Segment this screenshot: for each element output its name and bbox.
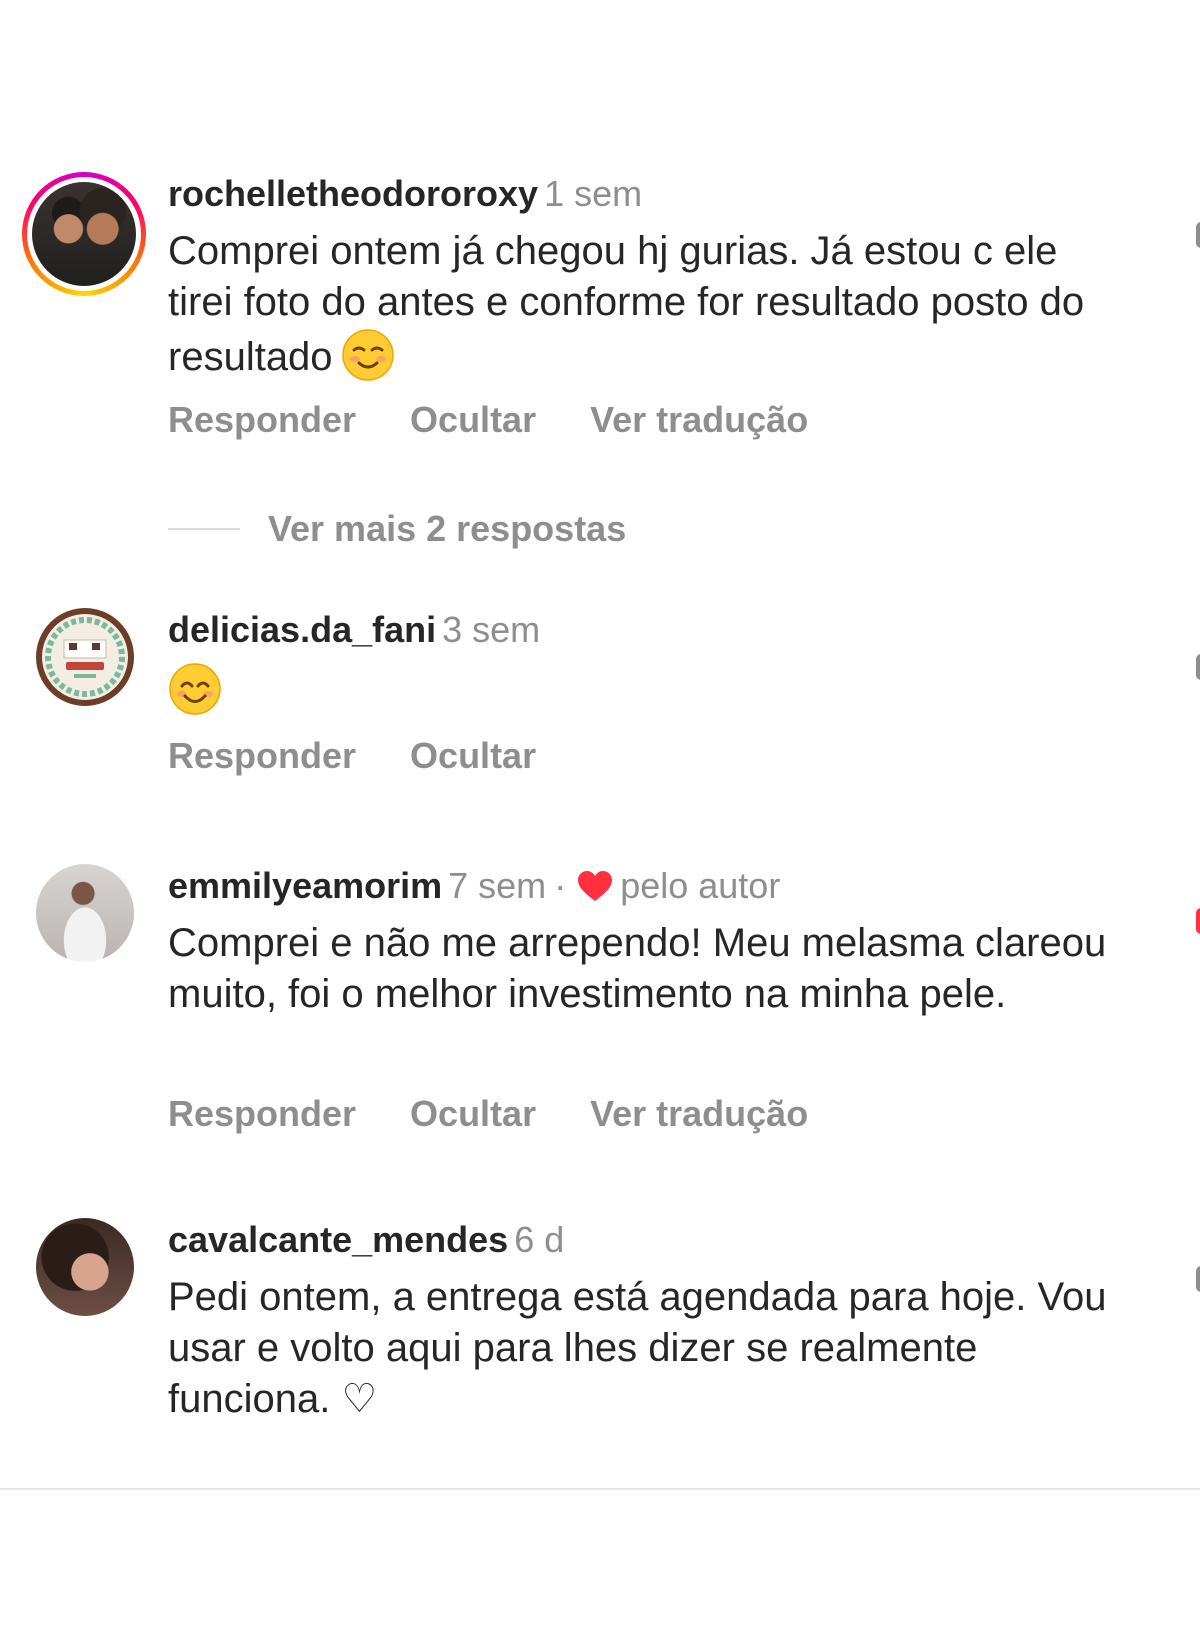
bakery-logo-icon — [42, 614, 128, 700]
avatar-story-ring[interactable] — [22, 172, 146, 296]
liked-heart-icon-partial[interactable] — [1196, 908, 1200, 934]
username[interactable]: rochelletheodororoxy — [168, 173, 538, 214]
translate-button[interactable]: Ver tradução — [590, 398, 808, 442]
username[interactable]: delicias.da_fani — [168, 609, 436, 650]
comment-time: 7 sem — [448, 865, 547, 906]
comment-meta: emmilyeamorim 7 sem · pelo autor — [168, 864, 780, 908]
avatar — [32, 182, 136, 286]
hide-button[interactable]: Ocultar — [410, 1092, 536, 1136]
comment-text: Pedi ontem, a entrega está agendada para… — [168, 1275, 1107, 1421]
avatar[interactable] — [36, 608, 134, 706]
comments-screen: rochelletheodororoxy 1 sem Comprei ontem … — [0, 0, 1200, 1650]
view-more-replies[interactable]: Ver mais 2 respostas — [168, 508, 626, 550]
liked-by-author-label: pelo autor — [620, 865, 781, 906]
view-more-replies-label[interactable]: Ver mais 2 respostas — [268, 508, 626, 550]
smiling-face-emoji-icon — [169, 663, 221, 715]
comment-text: Comprei e não me arrependo! Meu melasma … — [168, 921, 1107, 1016]
reply-button[interactable]: Responder — [168, 734, 356, 778]
like-icon-partial[interactable] — [1196, 222, 1200, 248]
relieved-smile-emoji-icon — [341, 329, 394, 381]
hide-button[interactable]: Ocultar — [410, 398, 536, 442]
comment-time: 3 sem — [442, 609, 541, 650]
comment-time: 6 d — [514, 1219, 565, 1260]
username[interactable]: cavalcante_mendes — [168, 1219, 508, 1260]
comment-text — [168, 662, 1128, 717]
reply-button[interactable]: Responder — [168, 398, 356, 442]
comment-time: 1 sem — [544, 173, 643, 214]
avatar[interactable] — [36, 1218, 134, 1316]
reply-button[interactable]: Responder — [168, 1092, 356, 1136]
username[interactable]: emmilyeamorim — [168, 865, 442, 906]
comment-meta: delicias.da_fani 3 sem — [168, 608, 540, 652]
like-icon-partial[interactable] — [1196, 654, 1200, 680]
comment-actions: Responder Ocultar Ver tradução — [168, 398, 808, 442]
hide-button[interactable]: Ocultar — [410, 734, 536, 778]
comment-actions: Responder Ocultar Ver tradução — [168, 1092, 808, 1136]
translate-button[interactable]: Ver tradução — [590, 1092, 808, 1136]
comment-meta: cavalcante_mendes 6 d — [168, 1218, 564, 1262]
replies-divider-line — [168, 528, 240, 530]
avatar[interactable] — [36, 864, 134, 962]
separator-dot: · — [554, 865, 567, 906]
comment-text: Comprei ontem já chegou hj gurias. Já es… — [168, 226, 1128, 383]
comment-actions: Responder Ocultar — [168, 734, 536, 778]
bottom-divider — [0, 1488, 1200, 1490]
comment-meta: rochelletheodororoxy 1 sem — [168, 172, 642, 216]
like-icon-partial[interactable] — [1196, 1266, 1200, 1292]
heart-icon — [578, 871, 613, 901]
